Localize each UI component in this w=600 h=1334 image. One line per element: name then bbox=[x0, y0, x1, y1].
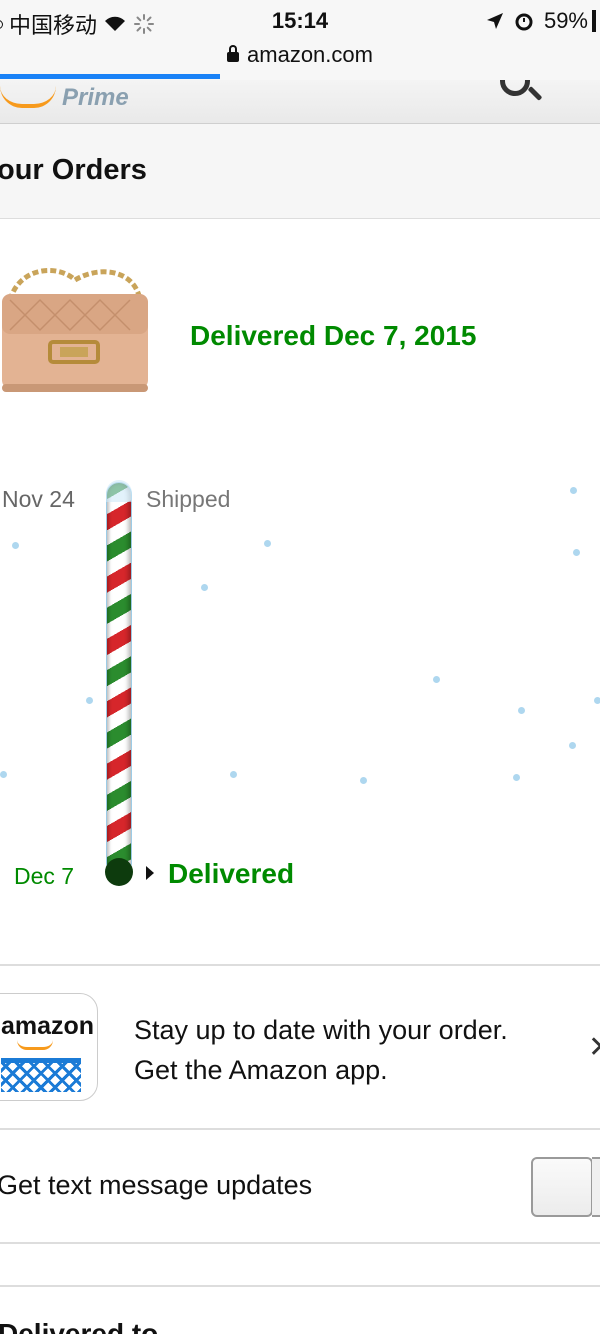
snowflake bbox=[569, 742, 576, 749]
prime-label: Prime bbox=[62, 84, 129, 111]
page-title: our Orders bbox=[0, 154, 147, 186]
snowflake bbox=[230, 771, 237, 778]
delivered-marker bbox=[105, 858, 133, 886]
candy-cane-progress-bar bbox=[106, 482, 132, 868]
sms-updates-label: Get text message updates bbox=[0, 1170, 313, 1200]
snowflake bbox=[12, 542, 19, 549]
sms-updates-toggle[interactable] bbox=[531, 1157, 593, 1217]
site-header: Prime bbox=[0, 80, 600, 124]
product-image[interactable] bbox=[0, 260, 150, 410]
timeline-start-event: Shipped bbox=[146, 486, 231, 512]
amazon-smile-icon bbox=[17, 1040, 53, 1050]
snowflake bbox=[433, 676, 440, 683]
divider bbox=[0, 1242, 600, 1244]
snowflake bbox=[86, 697, 93, 704]
app-promo-text[interactable]: Stay up to date with your order. Get the… bbox=[134, 1010, 508, 1090]
divider bbox=[0, 1285, 600, 1287]
app-promo-line-2: Get the Amazon app. bbox=[134, 1055, 388, 1085]
delivery-status-headline: Delivered Dec 7, 2015 bbox=[190, 320, 477, 351]
timeline-end-date: Dec 7 bbox=[14, 863, 75, 889]
delivered-to-heading: Delivered to bbox=[0, 1318, 159, 1334]
snowflake bbox=[570, 487, 577, 494]
battery-icon bbox=[592, 10, 596, 32]
divider bbox=[0, 1128, 600, 1130]
snowflake bbox=[0, 771, 7, 778]
alarm-icon bbox=[515, 13, 533, 31]
timeline-end-event: Delivered bbox=[168, 858, 295, 889]
snowflake bbox=[518, 707, 525, 714]
app-promo-line-1: Stay up to date with your order. bbox=[134, 1015, 508, 1045]
snowflake bbox=[573, 549, 580, 556]
amazon-smile-icon bbox=[0, 86, 56, 108]
page-load-progress bbox=[0, 74, 220, 79]
close-icon[interactable]: ✕ bbox=[588, 1030, 600, 1065]
location-arrow-icon bbox=[486, 13, 503, 29]
shipment-tracker: Nov 24 Shipped Dec 7 Delivered bbox=[0, 470, 600, 910]
progress-bar-cap bbox=[106, 480, 132, 502]
snowflake bbox=[201, 584, 208, 591]
app-icon-wordmark: amazon bbox=[1, 1012, 95, 1040]
snowflake bbox=[264, 540, 271, 547]
search-icon[interactable] bbox=[500, 80, 530, 96]
orders-section-header: our Orders bbox=[0, 124, 600, 219]
caret-right-icon bbox=[146, 866, 154, 880]
amazon-app-icon[interactable]: amazon bbox=[0, 993, 98, 1101]
shopping-cart-icon bbox=[1, 1058, 81, 1092]
snowflake bbox=[360, 777, 367, 784]
lock-icon bbox=[227, 45, 240, 62]
toggle-track[interactable] bbox=[592, 1157, 600, 1217]
battery-percent: 59% bbox=[543, 8, 588, 33]
divider bbox=[0, 964, 600, 966]
status-bar: 中国移动 15:14 59% amazon.com bbox=[0, 0, 600, 80]
timeline-start-date: Nov 24 bbox=[2, 486, 75, 512]
snowflake bbox=[513, 774, 520, 781]
address-bar[interactable]: amazon.com bbox=[0, 42, 600, 68]
url-text: amazon.com bbox=[247, 42, 373, 67]
snowflake bbox=[594, 697, 600, 704]
status-right: 59% bbox=[486, 8, 596, 34]
